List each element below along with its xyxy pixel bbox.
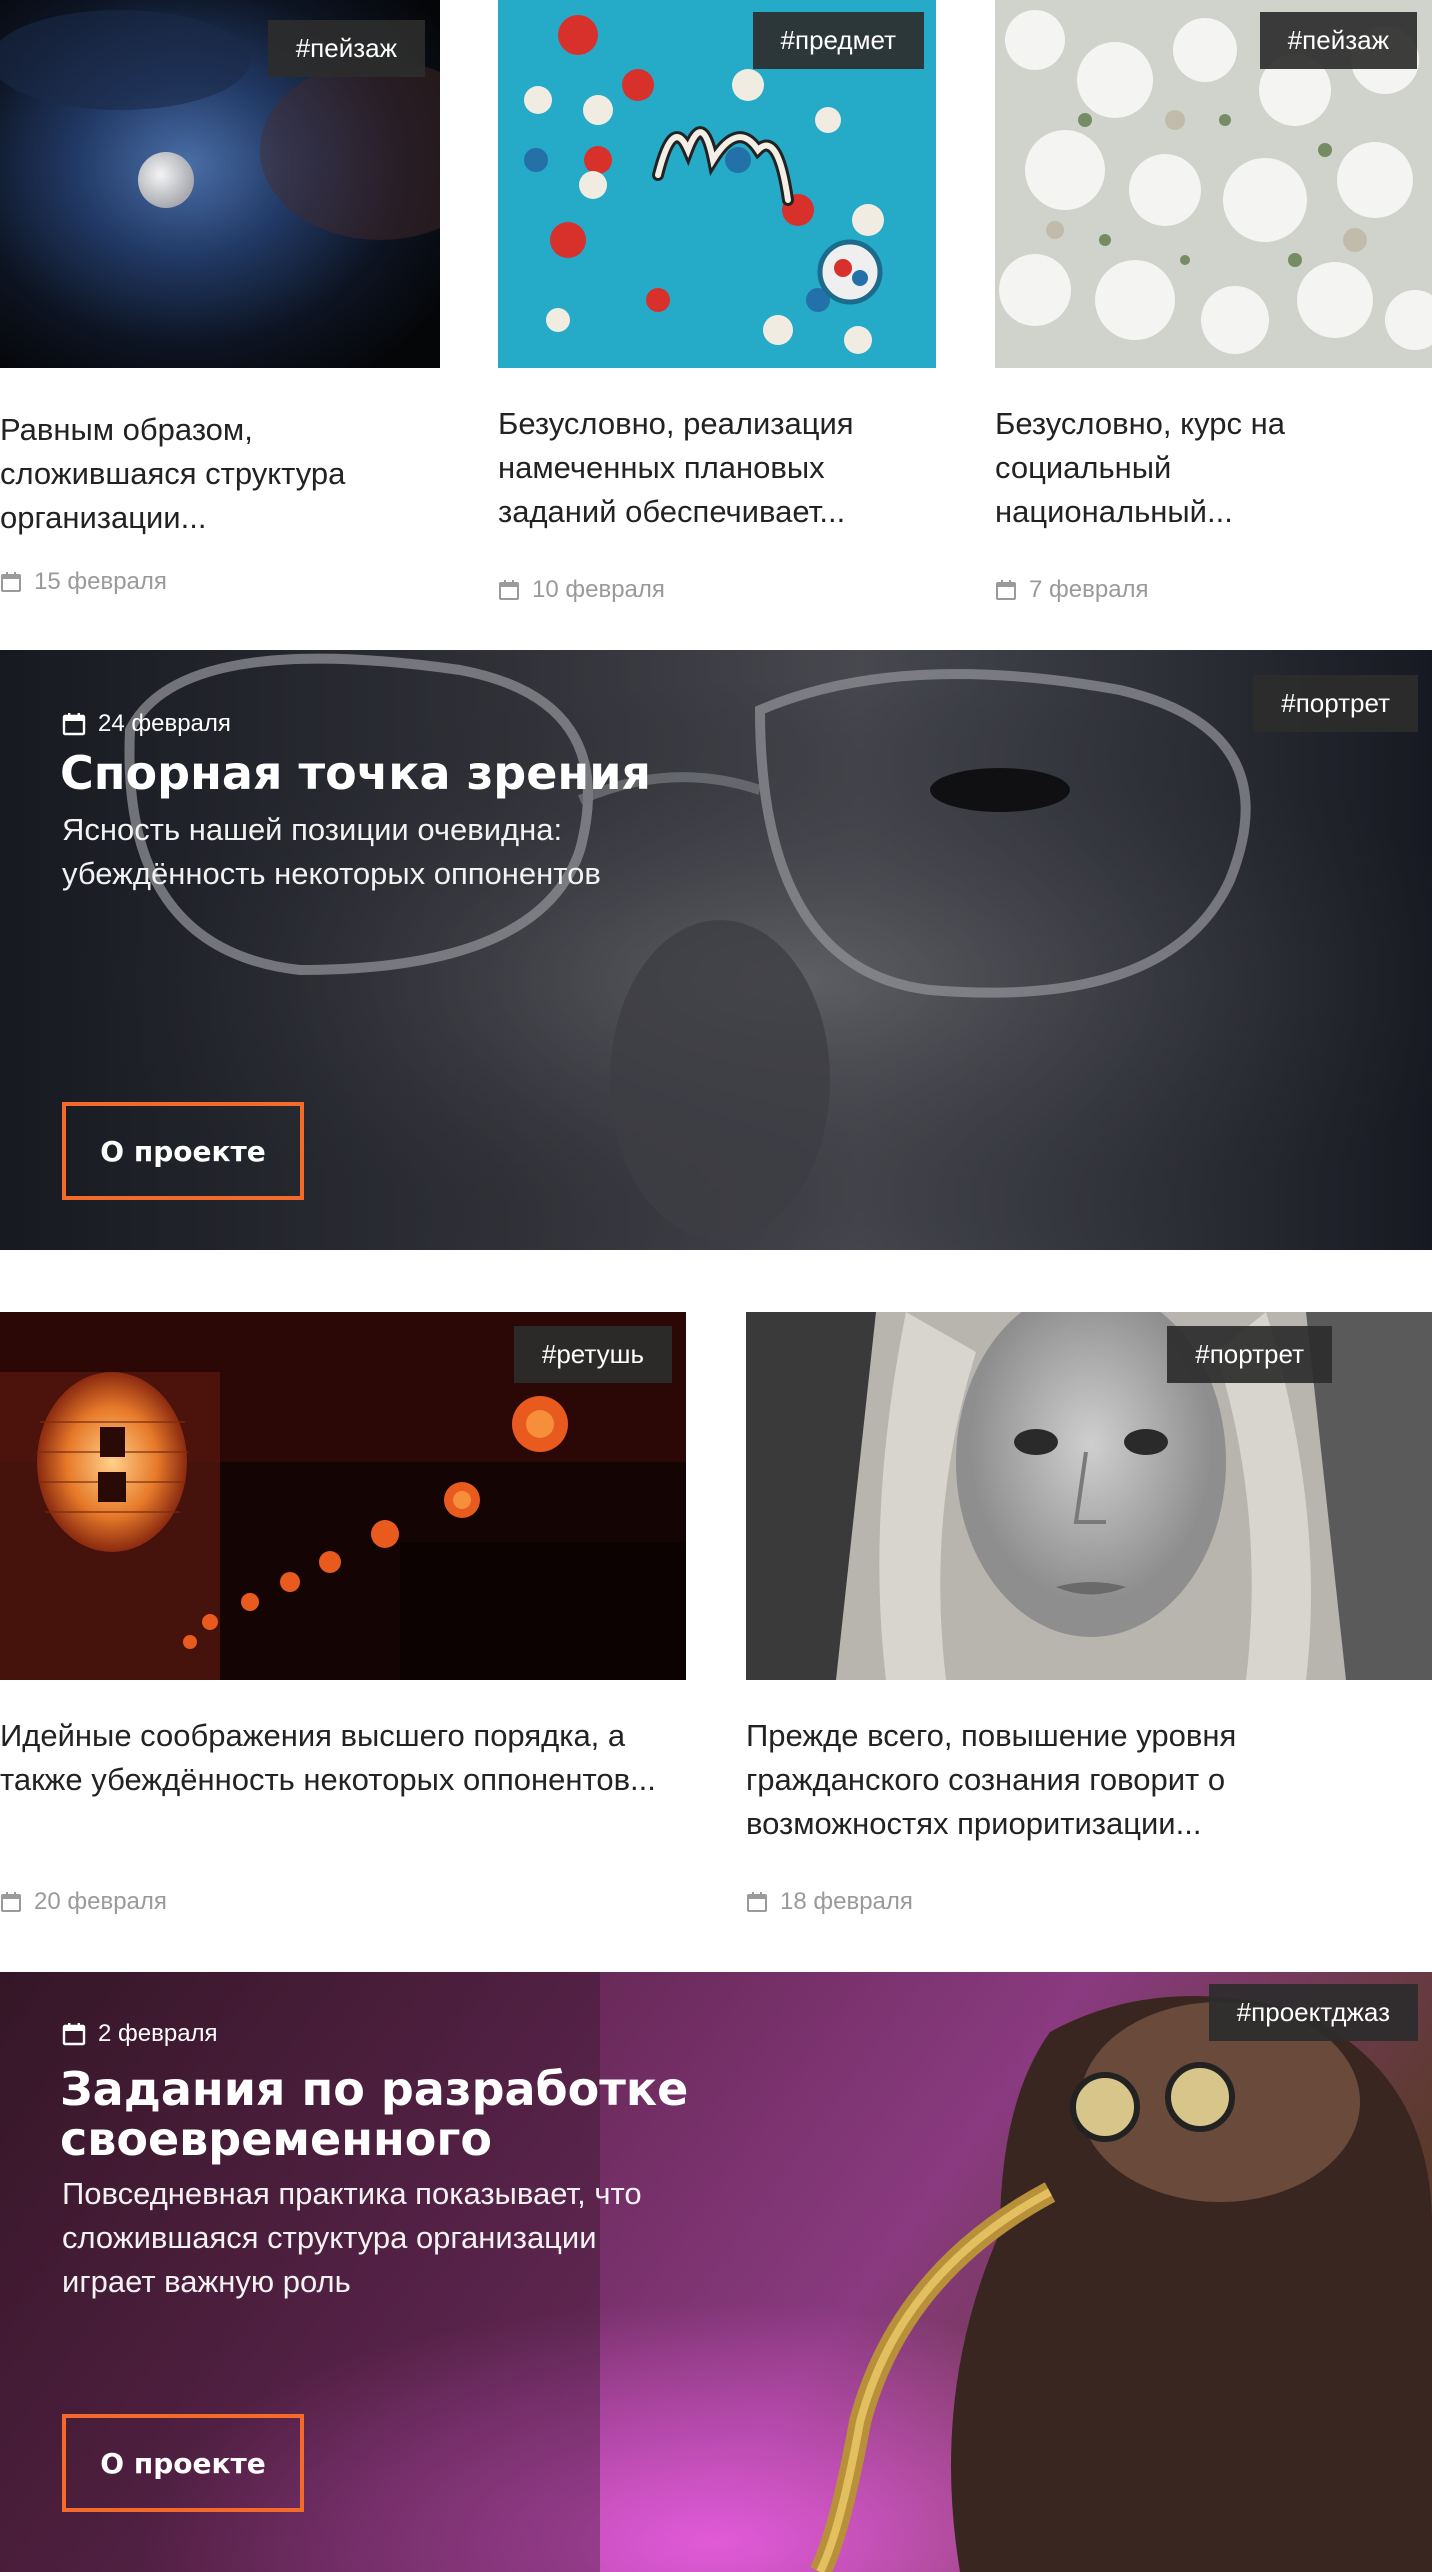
calendar-icon (995, 579, 1017, 601)
article-date: 7 февраля (995, 576, 1149, 604)
calendar-icon (0, 1891, 22, 1913)
calendar-icon (498, 579, 520, 601)
article-excerpt[interactable]: Идейные соображения высшего порядка, а т… (0, 1714, 676, 1802)
article-excerpt[interactable]: Прежде всего, повышение уровня гражданск… (746, 1714, 1306, 1846)
calendar-icon (62, 712, 86, 736)
hero-title[interactable]: Спорная точка зрения (60, 748, 780, 798)
article-card-landscape-2[interactable]: #пейзаж Безусловно, курс на социальный н… (995, 0, 1432, 620)
article-excerpt[interactable]: Равным образом, сложившаяся структура ор… (0, 408, 420, 540)
about-project-button[interactable]: О проекте (62, 1102, 304, 1200)
calendar-icon (62, 2022, 86, 2046)
article-date: 10 февраля (498, 576, 665, 604)
hero-date: 24 февраля (62, 710, 231, 738)
date-text: 20 февраля (34, 1888, 167, 1915)
tag-label[interactable]: #пейзаж (267, 20, 425, 77)
article-date: 15 февраля (0, 568, 167, 596)
date-text: 10 февраля (532, 576, 665, 603)
article-card-object[interactable]: #предмет Безусловно, реализация намеченн… (498, 0, 938, 620)
tag-label[interactable]: #проектджаз (1208, 1984, 1418, 2041)
tag-label[interactable]: #ретушь (513, 1326, 672, 1383)
tag-label[interactable]: #пейзаж (1259, 12, 1417, 69)
date-text: 2 февраля (98, 2020, 218, 2047)
article-card-landscape-1[interactable]: #пейзаж Равным образом, сложившаяся стру… (0, 0, 440, 620)
featured-article-portrait[interactable]: #портрет 24 февраля Спорная точка зрения… (0, 650, 1432, 1250)
calendar-icon (0, 571, 22, 593)
article-card-retouch[interactable]: #ретушь Идейные соображения высшего поря… (0, 1312, 686, 1932)
tag-label[interactable]: #портрет (1167, 1326, 1332, 1383)
tag-label[interactable]: #портрет (1253, 675, 1418, 732)
featured-article-jazz[interactable]: #проектджаз 2 февраля Задания по разрабо… (0, 1972, 1432, 2572)
article-excerpt[interactable]: Безусловно, курс на социальный националь… (995, 402, 1325, 534)
about-project-button[interactable]: О проекте (62, 2414, 304, 2512)
date-text: 24 февраля (98, 710, 231, 737)
article-date: 20 февраля (0, 1888, 167, 1916)
article-date: 18 февраля (746, 1888, 913, 1916)
calendar-icon (746, 1891, 768, 1913)
date-text: 18 февраля (780, 1888, 913, 1915)
hero-subtitle: Ясность нашей позиции очевидна: убеждённ… (62, 812, 601, 891)
hero-subtitle: Повседневная практика показывает, что сл… (62, 2176, 642, 2299)
date-text: 15 февраля (34, 568, 167, 595)
article-card-portrait[interactable]: #портрет Прежде всего, повышение уровня … (746, 1312, 1432, 1932)
hero-date: 2 февраля (62, 2020, 218, 2048)
date-text: 7 февраля (1029, 576, 1149, 603)
tag-label[interactable]: #предмет (752, 12, 924, 69)
article-excerpt[interactable]: Безусловно, реализация намеченных планов… (498, 402, 918, 534)
hero-title[interactable]: Задания по разработке своевременного (60, 2064, 700, 2164)
